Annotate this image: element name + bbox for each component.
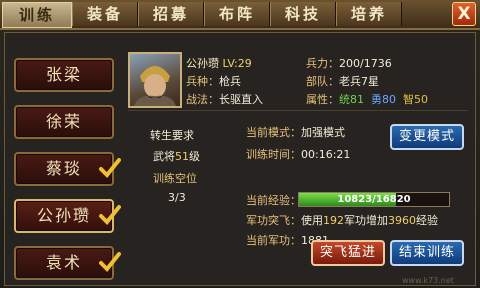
req-prefix: 武将 <box>153 150 175 163</box>
unit-label: 部队： <box>306 75 339 88</box>
general-item-yuanshu[interactable]: 袁术 <box>14 246 121 280</box>
general-name: 公孙瓒 <box>36 206 91 225</box>
hero-type: 兵种：枪兵 <box>186 73 241 89</box>
tab-technology[interactable]: 科技 <box>270 2 336 26</box>
troops-value: 200/1736 <box>339 57 392 70</box>
tab-bar: 训练 装备 招募 布阵 科技 培养 X <box>0 0 480 30</box>
hero-name: 公孙瓒 <box>186 57 219 70</box>
tactic-value: 长驱直入 <box>219 93 263 106</box>
slots-value-text: 3/3 <box>168 191 186 204</box>
general-item-zhangliang[interactable]: 张梁 <box>14 58 114 92</box>
mode-value: 加强模式 <box>301 126 345 139</box>
tab-cultivate[interactable]: 培养 <box>336 2 402 26</box>
slots-value: 3/3 <box>168 191 186 204</box>
attr-brave: 勇80 <box>371 93 396 106</box>
merit-break-prefix: 使用 <box>301 214 323 227</box>
end-training-button[interactable]: 结束训练 <box>390 240 464 266</box>
mode-label: 当前模式： <box>246 126 301 139</box>
watermark: www.k73.net <box>402 276 454 285</box>
warrior-portrait-icon <box>134 66 176 106</box>
hero-unit: 部队：老兵7星 <box>306 73 379 89</box>
hero-name-line: 公孙瓒 LV:29 <box>186 55 252 71</box>
exp-progress-bar: 10823/16820 <box>298 192 450 207</box>
merit-break-label: 军功突飞： <box>246 214 301 227</box>
exp-progress-text: 10823/16820 <box>337 194 411 205</box>
slots-title: 训练空位 <box>153 170 197 186</box>
general-item-xurong[interactable]: 徐荣 <box>14 105 114 139</box>
tab-formation[interactable]: 布阵 <box>204 2 270 26</box>
exp-label: 当前经验： <box>246 194 301 207</box>
checkmark-icon <box>99 158 121 178</box>
slots-title-text: 训练空位 <box>153 172 197 185</box>
tab-recruit[interactable]: 招募 <box>138 2 204 26</box>
type-value: 枪兵 <box>219 75 241 88</box>
merit-breakthrough: 军功突飞：使用192军功增加3960经验 <box>246 212 438 228</box>
rebirth-title: 转生要求 <box>150 127 194 143</box>
merit-break-mid: 军功增加 <box>344 214 388 227</box>
troops-label: 兵力： <box>306 57 339 70</box>
type-label: 兵种： <box>186 75 219 88</box>
general-item-caiyan[interactable]: 蔡琰 <box>14 152 121 186</box>
attr-label: 属性： <box>306 93 339 106</box>
rebirth-title-text: 转生要求 <box>150 129 194 142</box>
training-screen: 训练 装备 招募 布阵 科技 培养 X 张梁 徐荣 蔡琰 公孙瓒 袁术 公孙瓒 … <box>0 0 480 288</box>
hero-troops: 兵力：200/1736 <box>306 55 392 71</box>
time-value: 00:16:21 <box>301 148 351 161</box>
tactic-label: 战法： <box>186 93 219 106</box>
hero-attributes: 属性：统81 勇80 智50 <box>306 91 428 107</box>
general-name: 蔡琰 <box>45 159 82 178</box>
general-portrait <box>128 52 182 108</box>
req-level: 51 <box>175 150 189 163</box>
merit-break-amount: 192 <box>323 214 344 227</box>
rebirth-requirement: 武将51级 <box>153 148 200 164</box>
general-item-gongsunzan[interactable]: 公孙瓒 <box>14 199 121 233</box>
tab-equipment[interactable]: 装备 <box>72 2 138 26</box>
merit-break-exp: 3960 <box>388 214 416 227</box>
time-label: 训练时间： <box>246 148 301 161</box>
hero-level: LV:29 <box>222 57 252 70</box>
general-name: 袁术 <box>45 253 82 272</box>
attr-wisdom: 智50 <box>403 93 428 106</box>
breakthrough-button[interactable]: 突飞猛进 <box>311 240 385 266</box>
unit-value: 老兵7星 <box>339 75 379 88</box>
divider <box>128 110 468 111</box>
hero-tactic: 战法：长驱直入 <box>186 91 263 107</box>
general-name: 徐荣 <box>45 112 82 131</box>
training-mode: 当前模式：加强模式 <box>246 124 345 140</box>
general-name: 张梁 <box>45 65 82 84</box>
checkmark-icon <box>99 205 121 225</box>
exp-label-line: 当前经验： <box>246 192 301 208</box>
attr-lead: 统81 <box>339 93 364 106</box>
general-list: 张梁 徐荣 蔡琰 公孙瓒 袁术 <box>14 58 121 288</box>
tab-training[interactable]: 训练 <box>2 2 72 28</box>
change-mode-button[interactable]: 变更模式 <box>390 124 464 150</box>
checkmark-icon <box>99 252 121 272</box>
merit-break-suffix: 经验 <box>416 214 438 227</box>
merit-label: 当前军功： <box>246 234 301 247</box>
close-button[interactable]: X <box>452 2 476 26</box>
training-time: 训练时间：00:16:21 <box>246 146 350 162</box>
req-suffix: 级 <box>189 150 200 163</box>
